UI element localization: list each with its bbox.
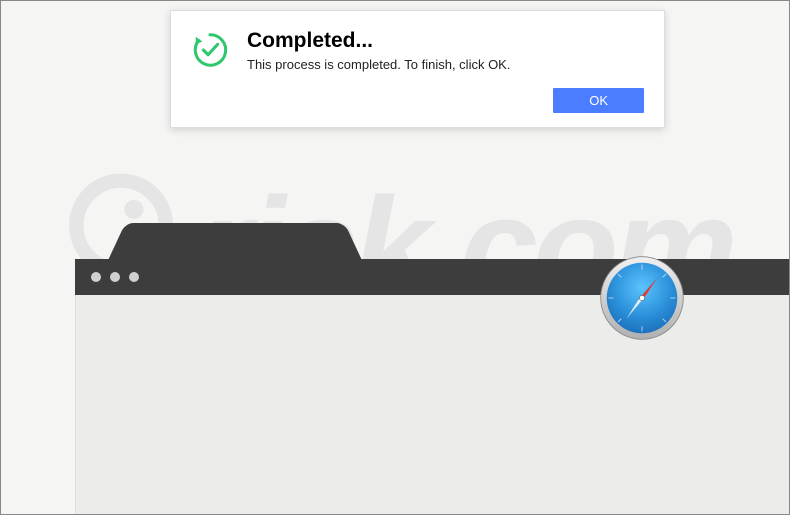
browser-tab[interactable] [135, 223, 335, 259]
completed-dialog: Completed... This process is completed. … [170, 10, 665, 128]
browser-tab-bar [75, 223, 790, 259]
maximize-window-icon[interactable] [129, 272, 139, 282]
safari-compass-icon [599, 255, 685, 346]
dialog-title: Completed... [247, 29, 644, 53]
minimize-window-icon[interactable] [110, 272, 120, 282]
window-controls [91, 272, 139, 282]
dialog-message: This process is completed. To finish, cl… [247, 57, 644, 72]
checkmark-refresh-icon [191, 31, 229, 74]
close-window-icon[interactable] [91, 272, 101, 282]
ok-button[interactable]: OK [553, 88, 644, 113]
